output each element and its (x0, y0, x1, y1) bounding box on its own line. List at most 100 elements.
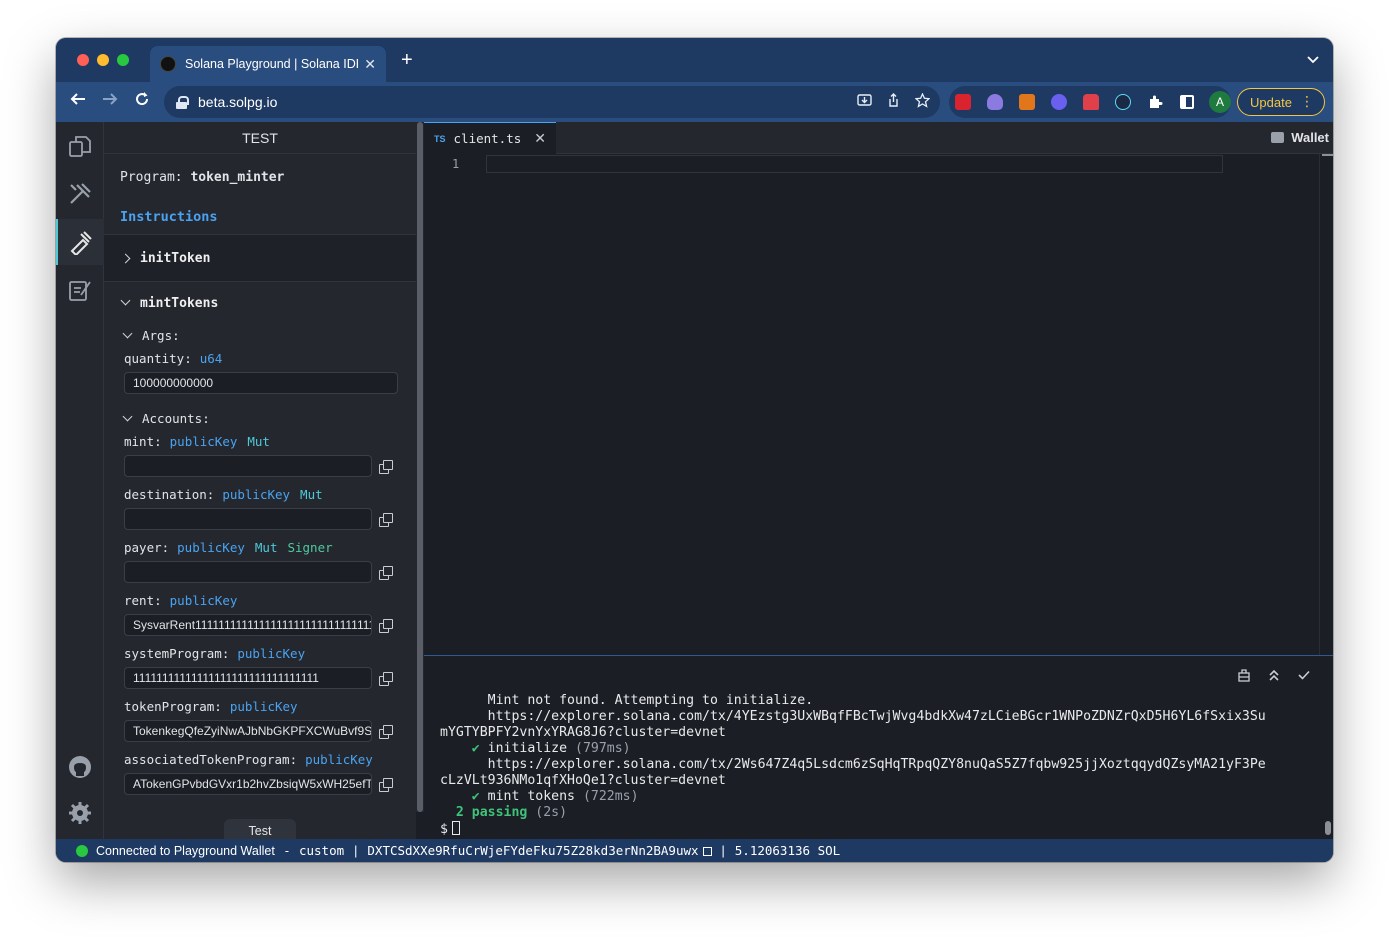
wallet-button[interactable]: Wallet (1271, 130, 1329, 145)
window-zoom-button[interactable] (117, 54, 129, 66)
address-bar[interactable]: beta.solpg.io (164, 86, 940, 118)
editor-tab-client-ts[interactable]: TS client.ts ✕ (424, 122, 556, 154)
window-close-button[interactable] (77, 54, 89, 66)
terminal-text: cLzVLt936NMo1qfXHoQe1?cluster=devnet (440, 773, 726, 788)
instruction-name: mintTokens (140, 296, 219, 311)
external-link-icon[interactable] (702, 847, 712, 856)
bookmark-star-icon[interactable] (914, 92, 931, 112)
payer-input[interactable] (124, 561, 372, 583)
copy-icon[interactable] (379, 725, 393, 739)
line-number: 1 (452, 157, 460, 171)
check-icon: ✔ (471, 741, 480, 756)
test-duration: (722ms) (575, 789, 639, 804)
copy-icon[interactable] (379, 513, 393, 527)
tab-close-icon[interactable]: ✕ (364, 56, 376, 73)
build-deploy-tools-icon[interactable] (56, 171, 104, 217)
browser-window: Solana Playground | Solana IDE ✕ + beta.… (56, 38, 1333, 862)
accounts-toggle[interactable]: Accounts: (122, 411, 210, 426)
editor-text-area[interactable] (486, 155, 1223, 173)
quantity-input[interactable]: 100000000000 (124, 372, 398, 394)
terminal-output[interactable]: Mint not found. Attempting to initialize… (440, 693, 1266, 838)
browser-tab-active[interactable]: Solana Playground | Solana IDE ✕ (150, 46, 386, 82)
account-label-rent: rent: publicKey (124, 593, 238, 608)
browser-toolbar: beta.solpg.io A Update ⋮ (56, 82, 1333, 122)
terminal-panel: Mint not found. Attempting to initialize… (424, 655, 1333, 839)
program-name: token_minter (190, 170, 285, 185)
terminal-text: mYGTYBPFY2vnYxYRAG8J6?cluster=devnet (440, 725, 726, 740)
side-panel-icon[interactable] (1180, 95, 1194, 109)
profile-avatar[interactable]: A (1209, 91, 1231, 113)
close-terminal-check-icon[interactable] (1297, 668, 1311, 685)
rent-input[interactable]: SysvarRent111111111111111111111111111111… (124, 614, 372, 636)
check-icon: ✔ (471, 789, 480, 804)
window-minimize-button[interactable] (97, 54, 109, 66)
copy-icon[interactable] (379, 566, 393, 580)
test-beaker-icon[interactable] (56, 219, 104, 265)
mint-input[interactable] (124, 455, 372, 477)
copy-icon[interactable] (379, 672, 393, 686)
back-button[interactable] (70, 91, 86, 111)
terminal-prompt[interactable]: $ (440, 821, 1266, 838)
mut-tag: Mut (247, 434, 270, 449)
explorer-files-icon[interactable] (56, 123, 104, 169)
systemprogram-input[interactable]: 11111111111111111111111111111111 (124, 667, 372, 689)
copy-icon[interactable] (379, 619, 393, 633)
type-tag: u64 (199, 351, 223, 366)
terminal-text: Mint not found. Attempting to initialize… (487, 693, 814, 708)
maximize-terminal-icon[interactable] (1267, 668, 1281, 685)
test-button[interactable]: Test (224, 819, 296, 839)
cluster-name[interactable]: custom (299, 843, 344, 858)
account-label-destination: destination: publicKey Mut (124, 487, 323, 502)
wallet-address-link[interactable]: DXTCSdXXe9RfuCrWjeFYdeFku75Z28kd3erNn2BA… (367, 843, 698, 858)
instruction-minttokens[interactable]: mintTokens (120, 295, 219, 311)
clear-terminal-icon[interactable] (1237, 668, 1251, 685)
lock-icon[interactable] (176, 95, 189, 109)
new-tab-button[interactable]: + (401, 50, 413, 70)
tab-search-chevron-icon[interactable] (1307, 52, 1319, 67)
browser-tab-title: Solana Playground | Solana IDE (185, 57, 359, 71)
address-url[interactable]: beta.solpg.io (198, 94, 277, 110)
instruction-inittoken[interactable]: initToken (104, 234, 416, 282)
sidebar-scrollbar[interactable] (416, 122, 424, 812)
solana-favicon-icon (160, 56, 176, 72)
destination-input[interactable] (124, 508, 372, 530)
reload-button[interactable] (134, 91, 150, 111)
copy-icon[interactable] (379, 460, 393, 474)
sidebar-scroll-thumb[interactable] (417, 122, 423, 812)
phantom-extension-icon[interactable] (987, 94, 1003, 110)
terminal-line: https://explorer.solana.com/tx/2Ws647Z4q… (440, 757, 1266, 773)
forward-button[interactable] (102, 91, 118, 111)
tokenprogram-input[interactable]: TokenkegQfeZyiNwAJbNbGKPFXCWuBvf9Ss623VQ… (124, 720, 372, 742)
metamask-extension-icon[interactable] (1019, 94, 1035, 110)
github-icon[interactable] (56, 744, 104, 790)
gear-extension-icon[interactable] (1051, 94, 1067, 110)
extensions-puzzle-icon[interactable] (1147, 94, 1163, 110)
react-devtools-icon[interactable] (1115, 94, 1131, 110)
editor-tab-close-icon[interactable]: ✕ (534, 130, 546, 147)
lock-extension-icon[interactable] (1083, 94, 1099, 110)
signer-tag: Signer (287, 540, 333, 555)
account-label-systemprogram: systemProgram: publicKey (124, 646, 306, 661)
chevron-down-icon (122, 328, 133, 339)
connection-status-text[interactable]: Connected to Playground Wallet (96, 844, 275, 858)
total-duration: (2s) (527, 805, 568, 820)
share-icon[interactable] (886, 93, 901, 112)
editor-scrollbar[interactable] (1319, 154, 1333, 655)
terminal-line: 2 passing (2s) (440, 805, 1266, 821)
typescript-file-icon: TS (434, 133, 446, 144)
lastpass-extension-icon[interactable] (955, 94, 971, 110)
terminal-line: cLzVLt936NMo1qfXHoQe1?cluster=devnet (440, 773, 1266, 789)
browser-menu-icon[interactable]: ⋮ (1300, 93, 1314, 109)
update-button[interactable]: Update ⋮ (1237, 88, 1325, 116)
test-name: initialize (479, 741, 568, 756)
terminal-scroll-thumb[interactable] (1325, 821, 1331, 835)
install-app-icon[interactable] (857, 93, 872, 112)
copy-icon[interactable] (379, 778, 393, 792)
associatedtokenprogram-input[interactable]: ATokenGPvbdGVxr1b2hvZbsiqW5xWH25efTNsLJA… (124, 773, 372, 795)
terminal-cursor (451, 821, 460, 835)
args-toggle[interactable]: Args: (122, 328, 180, 343)
program-label: Program: (120, 170, 183, 185)
tutorials-notes-icon[interactable] (56, 267, 104, 313)
settings-gear-icon[interactable] (56, 790, 104, 836)
program-line: Program: token_minter (120, 170, 284, 185)
